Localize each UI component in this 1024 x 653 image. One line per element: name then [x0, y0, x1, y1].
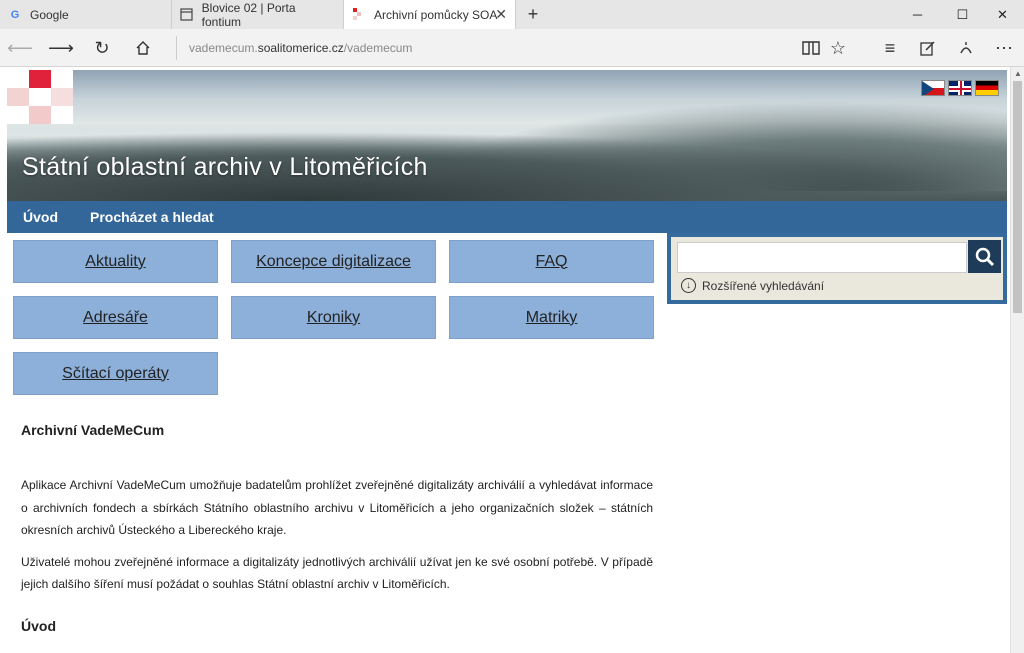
search-icon: [975, 247, 994, 266]
content-heading: Archivní VadeMeCum: [21, 422, 165, 438]
tab-strip: G Google Blovice 02 | Porta fontium Arch…: [0, 0, 1024, 29]
address-domain: soalitomerice.cz: [257, 41, 344, 55]
hub-icon[interactable]: ≡: [875, 33, 905, 63]
search-button[interactable]: [968, 240, 1001, 273]
search-panel: ↓ Rozšířené vyhledávání: [667, 233, 1007, 304]
address-prefix: vademecum.: [189, 41, 258, 55]
page-viewport: Státní oblastní archiv v Litoměřicích Úv…: [0, 67, 1024, 653]
new-tab-button[interactable]: +: [516, 0, 550, 29]
advanced-search-label: Rozšířené vyhledávání: [702, 278, 825, 293]
scrollbar-thumb[interactable]: [1013, 81, 1022, 313]
soa-icon: [352, 8, 366, 22]
tab-archivni-pomucky[interactable]: Archivní pomůcky SOA ✕: [344, 0, 516, 29]
tile-matriky[interactable]: Matriky: [449, 296, 654, 339]
reading-view-icon[interactable]: [796, 33, 826, 63]
arrow-down-circle-icon: ↓: [681, 278, 696, 293]
german-flag-icon[interactable]: [975, 80, 999, 96]
scroll-up-icon[interactable]: ▲: [1011, 67, 1024, 81]
tile-faq[interactable]: FAQ: [449, 240, 654, 283]
content-paragraph: Aplikace Archivní VadeMeCum umožňuje bad…: [21, 478, 653, 537]
google-icon: G: [10, 8, 20, 21]
close-tab-icon[interactable]: ✕: [495, 6, 507, 23]
browser-window: G Google Blovice 02 | Porta fontium Arch…: [0, 0, 1024, 653]
minimize-icon[interactable]: ─: [895, 0, 940, 29]
address-path: /vademecum: [343, 41, 413, 55]
czech-flag-icon[interactable]: [921, 80, 945, 96]
tile-aktuality[interactable]: Aktuality: [13, 240, 218, 283]
site-title: Státní oblastní archiv v Litoměřicích: [22, 153, 428, 181]
address-bar[interactable]: vademecum.soalitomerice.cz/vademecum: [176, 36, 412, 60]
main-navigation: Úvod Procházet a hledat: [7, 201, 1007, 233]
vertical-scrollbar[interactable]: ▲: [1010, 67, 1024, 653]
nav-item-uvod[interactable]: Úvod: [23, 209, 58, 225]
tab-title: Google: [30, 7, 69, 22]
refresh-icon[interactable]: ↻: [87, 33, 117, 63]
favorite-star-icon[interactable]: ☆: [823, 33, 853, 63]
advanced-search-link[interactable]: ↓ Rozšířené vyhledávání: [681, 278, 824, 293]
tab-title: Blovice 02 | Porta fontium: [201, 0, 296, 29]
nav-item-prochazet[interactable]: Procházet a hledat: [90, 209, 214, 225]
web-note-icon[interactable]: [913, 33, 943, 63]
tile-scitaci-operaty[interactable]: Sčítací operáty: [13, 352, 218, 395]
more-icon[interactable]: ⋯: [989, 33, 1019, 63]
uk-flag-icon[interactable]: [948, 80, 972, 96]
main-content: Archivní VadeMeCum Aplikace Archivní Vad…: [21, 422, 653, 634]
tile-kroniky[interactable]: Kroniky: [231, 296, 436, 339]
search-input[interactable]: [677, 242, 967, 273]
site-logo[interactable]: [7, 70, 73, 124]
home-icon[interactable]: [128, 33, 158, 63]
share-icon[interactable]: [951, 33, 981, 63]
navigation-bar: ⟵ ⟶ ↻ vademecum.soalitomerice.cz/vademec…: [0, 29, 1024, 67]
page-icon: [180, 8, 194, 22]
language-switcher: [921, 80, 999, 96]
close-icon[interactable]: ✕: [980, 0, 1024, 29]
tab-title: Archivní pomůcky SOA: [374, 7, 498, 22]
tile-adresare[interactable]: Adresáře: [13, 296, 218, 339]
maximize-icon[interactable]: ☐: [940, 0, 985, 29]
forward-icon[interactable]: ⟶: [46, 33, 76, 63]
content-subheading: Úvod: [21, 617, 56, 634]
tab-blovice[interactable]: Blovice 02 | Porta fontium: [172, 0, 344, 29]
content-paragraph: Uživatelé mohou zveřejněné informace a d…: [21, 554, 653, 592]
tile-koncepce-digitalizace[interactable]: Koncepce digitalizace: [231, 240, 436, 283]
tab-google[interactable]: G Google: [0, 0, 172, 29]
back-icon[interactable]: ⟵: [5, 33, 35, 63]
